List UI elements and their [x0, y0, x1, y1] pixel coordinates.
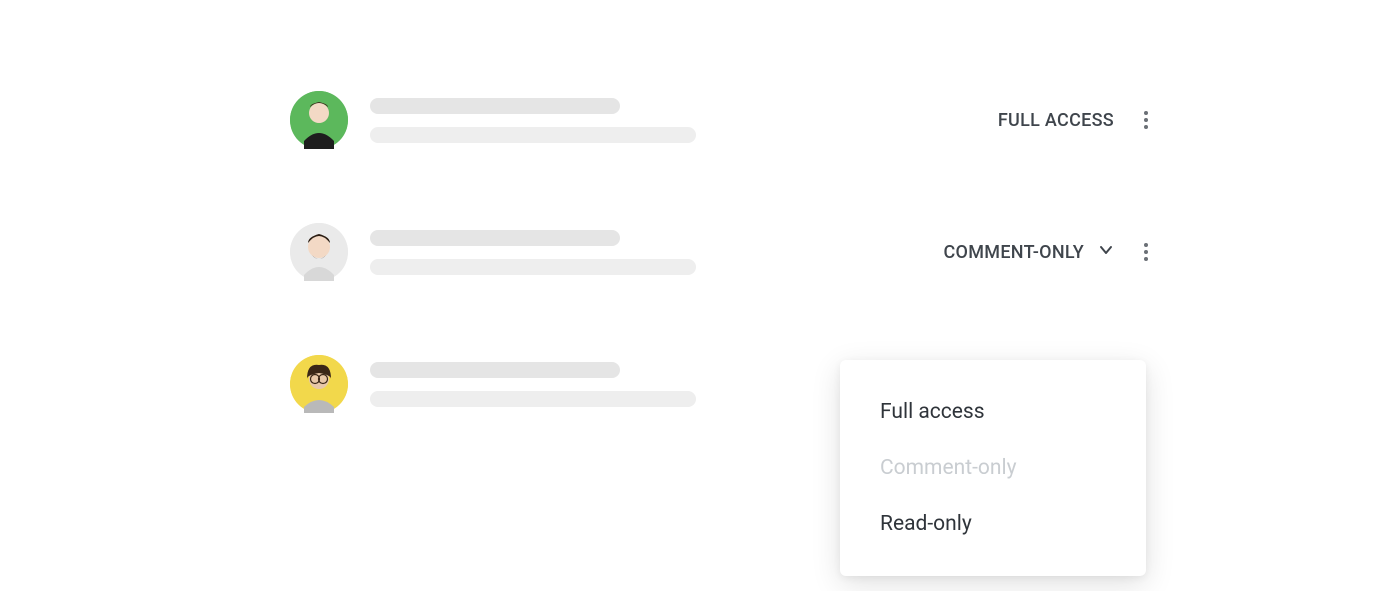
chevron-down-icon — [1098, 242, 1114, 263]
access-text: COMMENT-ONLY — [944, 242, 1085, 263]
placeholder-line — [370, 391, 696, 407]
more-options-icon[interactable] — [1142, 237, 1150, 267]
dropdown-option-read-only[interactable]: Read-only — [840, 496, 1146, 552]
placeholder-line — [370, 98, 620, 114]
placeholder-line — [370, 362, 620, 378]
avatar[interactable] — [290, 223, 348, 281]
user-info-placeholder — [370, 230, 944, 275]
user-row: FULL ACCESS — [290, 90, 1150, 150]
avatar[interactable] — [290, 91, 348, 149]
user-info-placeholder — [370, 98, 998, 143]
access-dropdown-menu: Full access Comment-only Read-only — [840, 360, 1146, 576]
avatar[interactable] — [290, 355, 348, 413]
placeholder-line — [370, 259, 696, 275]
more-options-icon[interactable] — [1142, 105, 1150, 135]
dropdown-option-comment-only[interactable]: Comment-only — [840, 440, 1146, 496]
placeholder-line — [370, 127, 696, 143]
access-text: FULL ACCESS — [998, 110, 1114, 131]
dropdown-option-full-access[interactable]: Full access — [840, 384, 1146, 440]
placeholder-line — [370, 230, 620, 246]
user-access-list: FULL ACCESS COMMENT-ONLY — [290, 90, 1150, 486]
access-level-label[interactable]: FULL ACCESS — [998, 110, 1114, 131]
access-level-dropdown[interactable]: COMMENT-ONLY — [944, 242, 1115, 263]
user-row: COMMENT-ONLY — [290, 222, 1150, 282]
